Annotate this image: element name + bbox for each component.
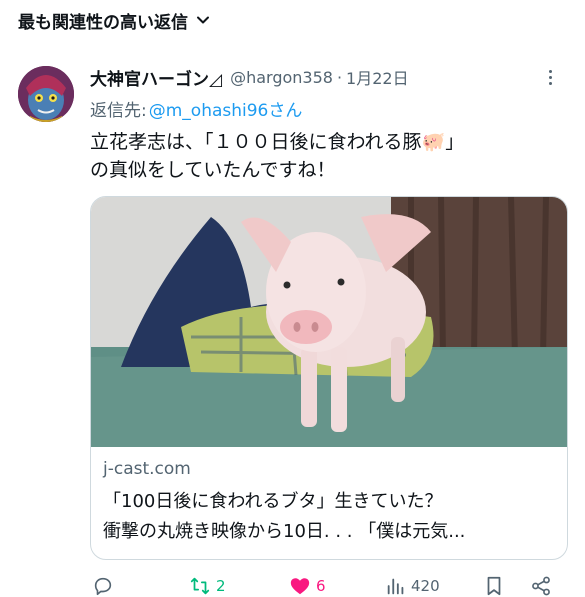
like-button[interactable]: 6 xyxy=(288,570,326,597)
bookmark-icon xyxy=(487,576,501,596)
link-card[interactable]: j-cast.com 「100日後に食われるブタ」生きていた？ 衝撃の丸焼き映像… xyxy=(90,196,568,560)
card-domain: j-cast.com xyxy=(103,459,191,479)
views-icon xyxy=(387,578,404,595)
card-title: 「100日後に食われるブタ」生きていた？ 衝撃の丸焼き映像から10日. . . … xyxy=(103,487,559,547)
more-options-button[interactable] xyxy=(540,66,560,88)
views-button[interactable]: 420 xyxy=(385,570,440,597)
card-title-line: 衝撃の丸焼き映像から10日. . . 「僕は元気... xyxy=(103,521,466,542)
separator-dot: · xyxy=(336,67,343,87)
retweet-count: 2 xyxy=(216,577,226,595)
user-handle[interactable]: @hargon358 xyxy=(230,68,333,87)
reply-button[interactable] xyxy=(92,570,118,597)
retweet-button[interactable]: 2 xyxy=(188,570,226,597)
tweet-text: 立花孝志は、「１００日後に食われる豚🐖」 の真似をしていたんですね！ xyxy=(90,128,560,184)
tweet-actions: 2 6 420 xyxy=(88,570,570,597)
like-count: 6 xyxy=(316,577,326,595)
share-button[interactable] xyxy=(530,570,552,597)
tweet-text-line: 立花孝志は、「１００日後に食われる豚🐖」 xyxy=(90,131,465,153)
chevron-down-icon xyxy=(197,16,209,24)
reply-sort-dropdown[interactable]: 最も関連性の高い返信 xyxy=(18,6,210,34)
tweet-date[interactable]: 1月22日 xyxy=(346,65,409,89)
reply-prefix: 返信先: xyxy=(90,100,147,121)
display-name[interactable]: 大神官ハーゴン◿ xyxy=(90,65,222,90)
reply-mention-link[interactable]: @m_ohashi96さん xyxy=(149,96,303,121)
sort-label: 最も関連性の高い返信 xyxy=(18,12,188,33)
share-icon xyxy=(532,576,550,596)
heart-icon xyxy=(290,578,310,595)
reply-context: 返信先: @m_ohashi96さん xyxy=(90,94,570,122)
reply-icon xyxy=(94,577,112,596)
card-title-line: 「100日後に食われるブタ」生きていた？ xyxy=(103,491,443,512)
tweet-text-line: の真似をしていたんですね！ xyxy=(90,159,336,181)
view-count: 420 xyxy=(411,577,440,595)
avatar[interactable] xyxy=(18,66,74,122)
more-icon xyxy=(548,69,552,73)
bookmark-button[interactable] xyxy=(483,570,505,597)
pig-photo xyxy=(91,197,567,447)
retweet-icon xyxy=(190,577,210,595)
